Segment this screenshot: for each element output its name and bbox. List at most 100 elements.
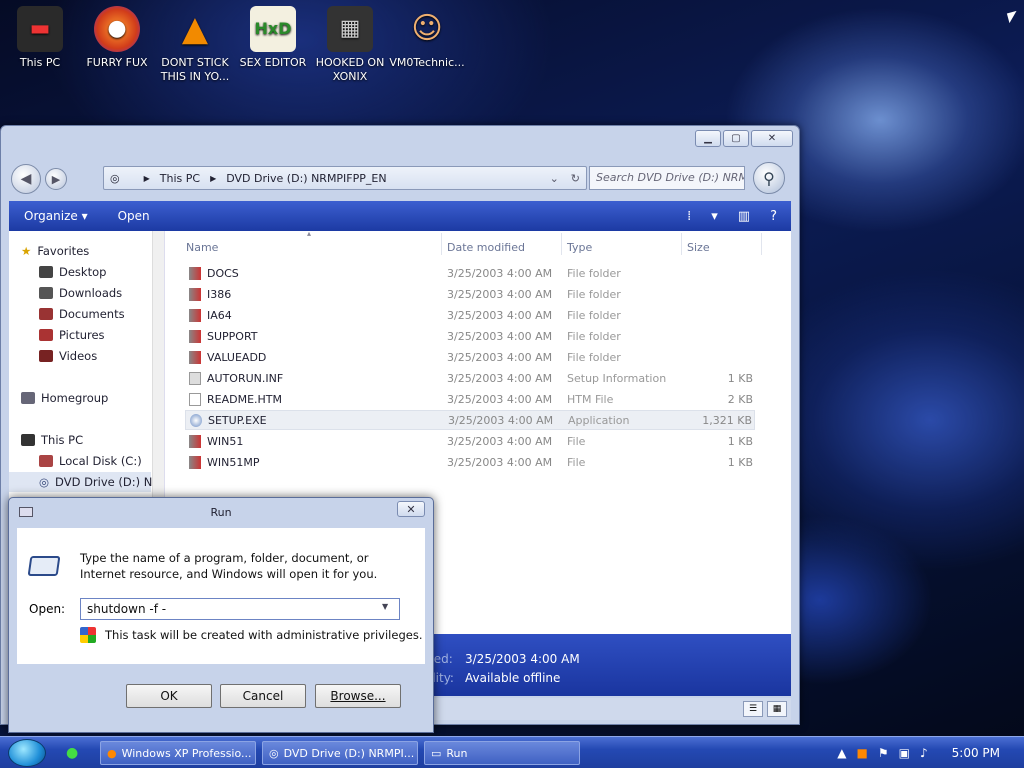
maximize-button[interactable]: ▢ xyxy=(723,130,749,147)
search-input[interactable]: Search DVD Drive (D:) NRM... xyxy=(589,166,745,190)
table-row[interactable]: VALUEADD 3/25/2003 4:00 AM File folder xyxy=(185,347,755,367)
desktop-icon-label: VM0Technic... xyxy=(389,56,465,69)
disc-icon: ◎ xyxy=(39,475,50,489)
back-button[interactable]: ◀ xyxy=(11,164,41,194)
run-window-icon xyxy=(19,507,33,517)
app-tray-icon[interactable]: ■ xyxy=(857,746,868,760)
run-icon: ▭ xyxy=(431,746,442,760)
network-icon[interactable]: ▣ xyxy=(899,746,910,760)
chevron-up-icon[interactable]: ▲ xyxy=(837,746,846,760)
desktop-icon-vm0technic[interactable]: ☺ VM0Technic... xyxy=(389,6,465,70)
drive-icon: ◎ xyxy=(110,171,120,185)
nav-homegroup[interactable]: Homegroup xyxy=(21,388,108,408)
computer-icon xyxy=(21,434,35,446)
person-icon: ☺ xyxy=(411,11,443,46)
table-row[interactable]: SUPPORT 3/25/2003 4:00 AM File folder xyxy=(185,326,755,346)
file-icon xyxy=(189,455,201,469)
desktop-icon-furry-fux[interactable]: ● FURRY FUX xyxy=(79,6,155,70)
open-button[interactable]: Open xyxy=(103,209,165,223)
table-row[interactable]: IA64 3/25/2003 4:00 AM File folder xyxy=(185,305,755,325)
clock-label[interactable]: 5:00 PM xyxy=(952,746,1000,760)
desktop-icon-dont-stick[interactable]: ▲ DONT STICK THIS IN YO... xyxy=(157,6,233,84)
tiles-view-icon[interactable]: ▦ xyxy=(767,701,787,717)
column-header-date[interactable]: Date modified xyxy=(447,237,525,257)
chevron-down-icon[interactable]: ⌄ xyxy=(550,172,559,185)
run-close-button[interactable]: ✕ xyxy=(397,501,425,517)
nav-dvd-drive[interactable]: ◎ DVD Drive (D:) NR xyxy=(9,472,160,492)
mouse-cursor-icon xyxy=(1006,10,1020,24)
flag-icon[interactable]: ⚑ xyxy=(878,746,889,760)
firefox-icon: ● xyxy=(94,6,140,52)
nav-local-disk[interactable]: Local Disk (C:) xyxy=(39,451,142,471)
nav-desktop[interactable]: Desktop xyxy=(39,262,106,282)
column-divider[interactable] xyxy=(441,233,442,255)
minimize-button[interactable]: ▁ xyxy=(695,130,721,147)
nav-favorites[interactable]: ★ Favorites xyxy=(21,241,89,261)
nav-videos[interactable]: Videos xyxy=(39,346,97,366)
breadcrumb-separator-icon: ▶ xyxy=(210,173,217,183)
column-divider[interactable] xyxy=(761,233,762,255)
taskbar-item-windows-xp[interactable]: ● Windows XP Professio... xyxy=(100,741,256,765)
cancel-button[interactable]: Cancel xyxy=(220,684,306,708)
forward-button[interactable]: ▶ xyxy=(45,168,67,190)
taskbar-item-dvd-drive[interactable]: ◎ DVD Drive (D:) NRMPI... xyxy=(262,741,418,765)
nav-this-pc[interactable]: This PC xyxy=(21,430,83,450)
refresh-icon[interactable]: ↻ xyxy=(571,172,580,185)
column-divider[interactable] xyxy=(561,233,562,255)
nav-downloads[interactable]: Downloads xyxy=(39,283,122,303)
desktop-icon-label: SEX EDITOR xyxy=(239,56,307,69)
nav-documents[interactable]: Documents xyxy=(39,304,125,324)
desktop-icon-label: FURRY FUX xyxy=(86,56,148,69)
table-row-selected[interactable]: SETUP.EXE 3/25/2003 4:00 AM Application 1,… xyxy=(185,410,755,430)
search-button[interactable]: ⚲ xyxy=(753,162,785,194)
table-row[interactable]: WIN51MP 3/25/2003 4:00 AM File 1 KB xyxy=(185,452,755,472)
run-description: Type the name of a program, folder, docu… xyxy=(80,551,378,581)
chevron-down-icon[interactable]: ▼ xyxy=(382,602,388,611)
table-row[interactable]: WIN51 3/25/2003 4:00 AM File 1 KB xyxy=(185,431,755,451)
desktop-icon-sex-editor[interactable]: HxD SEX EDITOR xyxy=(235,6,311,70)
open-label: Open: xyxy=(29,602,66,616)
start-button[interactable] xyxy=(8,739,46,767)
breadcrumb-dvd-drive[interactable]: DVD Drive (D:) NRMPIFPP_EN xyxy=(226,172,386,185)
nav-pictures[interactable]: Pictures xyxy=(39,325,105,345)
folder-icon xyxy=(189,308,201,322)
column-header-size[interactable]: Size xyxy=(687,237,710,257)
run-command-input[interactable]: shutdown -f - xyxy=(80,598,400,620)
desktop-icon-this-pc[interactable]: ▬ This PC xyxy=(2,6,78,70)
details-view-icon[interactable]: ☰ xyxy=(743,701,763,717)
documents-icon xyxy=(39,308,53,320)
xonix-game-icon: ▦ xyxy=(327,6,373,52)
help-icon[interactable]: ? xyxy=(770,209,777,224)
desktop-icon-hooked-on-xonix[interactable]: ▦ HOOKED ON XONIX xyxy=(312,6,388,84)
videos-icon xyxy=(39,350,53,362)
chat-icon[interactable]: ● xyxy=(66,745,78,761)
taskbar-item-run[interactable]: ▭ Run xyxy=(424,741,580,765)
address-bar[interactable]: ◎ ▶ This PC ▶ DVD Drive (D:) NRMPIFPP_EN… xyxy=(103,166,587,190)
volume-icon[interactable]: ♪ xyxy=(920,746,928,760)
column-header-name[interactable]: Name xyxy=(186,237,218,257)
table-row[interactable]: DOCS 3/25/2003 4:00 AM File folder xyxy=(185,263,755,283)
breadcrumb-this-pc[interactable]: This PC xyxy=(160,172,200,185)
table-row[interactable]: README.HTM 3/25/2003 4:00 AM HTM File 2 KB xyxy=(185,389,755,409)
column-header-type[interactable]: Type xyxy=(567,237,592,257)
browse-button[interactable]: Browse... xyxy=(315,684,401,708)
table-row[interactable]: AUTORUN.INF 3/25/2003 4:00 AM Setup Infor… xyxy=(185,368,755,388)
column-divider[interactable] xyxy=(681,233,682,255)
run-dialog: Run ✕ Type the name of a program, folder… xyxy=(8,497,434,733)
navigation-bar: ◀ ▶ ◎ ▶ This PC ▶ DVD Drive (D:) NRMPIFP… xyxy=(11,162,789,196)
taskbar: ● ● Windows XP Professio... ◎ DVD Drive (D… xyxy=(0,736,1024,768)
ok-button[interactable]: OK xyxy=(126,684,212,708)
table-row[interactable]: I386 3/25/2003 4:00 AM File folder xyxy=(185,284,755,304)
document-icon xyxy=(189,392,201,406)
back-arrow-icon: ◀ xyxy=(20,171,32,187)
details-value-modified: 3/25/2003 4:00 AM xyxy=(465,652,580,666)
view-dropdown-icon[interactable]: ▾ xyxy=(711,209,718,224)
preview-pane-icon[interactable]: ▥ xyxy=(738,209,750,224)
desktop-icon-label: This PC xyxy=(19,56,61,69)
forward-arrow-icon: ▶ xyxy=(51,172,61,186)
folder-icon xyxy=(189,329,201,343)
organize-button[interactable]: Organize ▾ xyxy=(9,209,103,223)
run-title-bar[interactable]: Run ✕ xyxy=(9,498,433,526)
view-options-icon[interactable]: ⁞ xyxy=(687,209,691,224)
close-button[interactable]: ✕ xyxy=(751,130,793,147)
